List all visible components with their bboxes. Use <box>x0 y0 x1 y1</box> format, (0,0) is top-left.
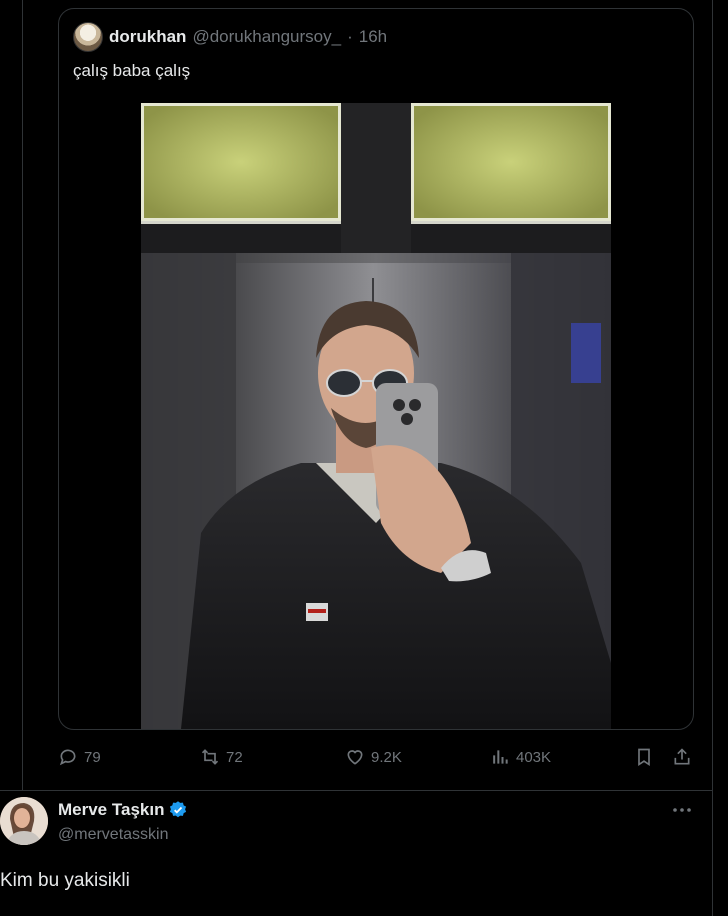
reply-text: Kim bu yakisikli <box>0 870 130 891</box>
repost-icon <box>201 749 219 765</box>
reply-author-row: Merve Taşkın <box>58 800 188 820</box>
tweet-action-bar: 79 72 9.2K 403K <box>58 742 712 772</box>
reply-button[interactable]: 79 <box>58 742 101 772</box>
timeline-left-border <box>22 0 23 790</box>
quoted-tweet-card[interactable]: dorukhan @dorukhangursoy_ · 16h çalış ba… <box>58 8 694 730</box>
tweet-photo[interactable] <box>141 103 611 729</box>
bookmark-icon <box>638 748 650 767</box>
like-button[interactable]: 9.2K <box>345 742 402 772</box>
more-icon[interactable] <box>670 798 694 822</box>
like-count: 9.2K <box>371 748 402 766</box>
quoted-author-name[interactable]: dorukhan <box>109 27 186 47</box>
share-button[interactable] <box>672 742 692 772</box>
views-icon <box>493 750 508 764</box>
share-icon <box>674 748 690 765</box>
reply-icon <box>59 749 76 766</box>
like-icon <box>347 750 363 765</box>
views-count: 403K <box>516 748 552 766</box>
quoted-tweet-time[interactable]: 16h <box>359 27 387 47</box>
verified-badge-icon <box>170 801 187 818</box>
tweet-divider <box>0 790 712 791</box>
reply-count: 79 <box>84 748 101 766</box>
header-separator: · <box>347 27 353 46</box>
timeline-right-border <box>712 0 713 916</box>
quoted-author-avatar[interactable] <box>73 22 103 52</box>
quoted-tweet-header: dorukhan @dorukhangursoy_ · 16h <box>73 22 387 52</box>
reply-author-avatar[interactable] <box>0 797 48 845</box>
views-button[interactable]: 403K <box>490 742 551 772</box>
reply-author-name[interactable]: Merve Taşkın <box>58 800 164 820</box>
repost-count: 72 <box>226 748 243 766</box>
repost-button[interactable]: 72 <box>200 742 243 772</box>
quoted-tweet-text: çalış baba çalış <box>73 61 191 80</box>
quoted-author-handle[interactable]: @dorukhangursoy_ <box>192 27 341 47</box>
bookmark-button[interactable] <box>634 742 654 772</box>
reply-author-handle[interactable]: @mervetasskin <box>58 826 169 844</box>
